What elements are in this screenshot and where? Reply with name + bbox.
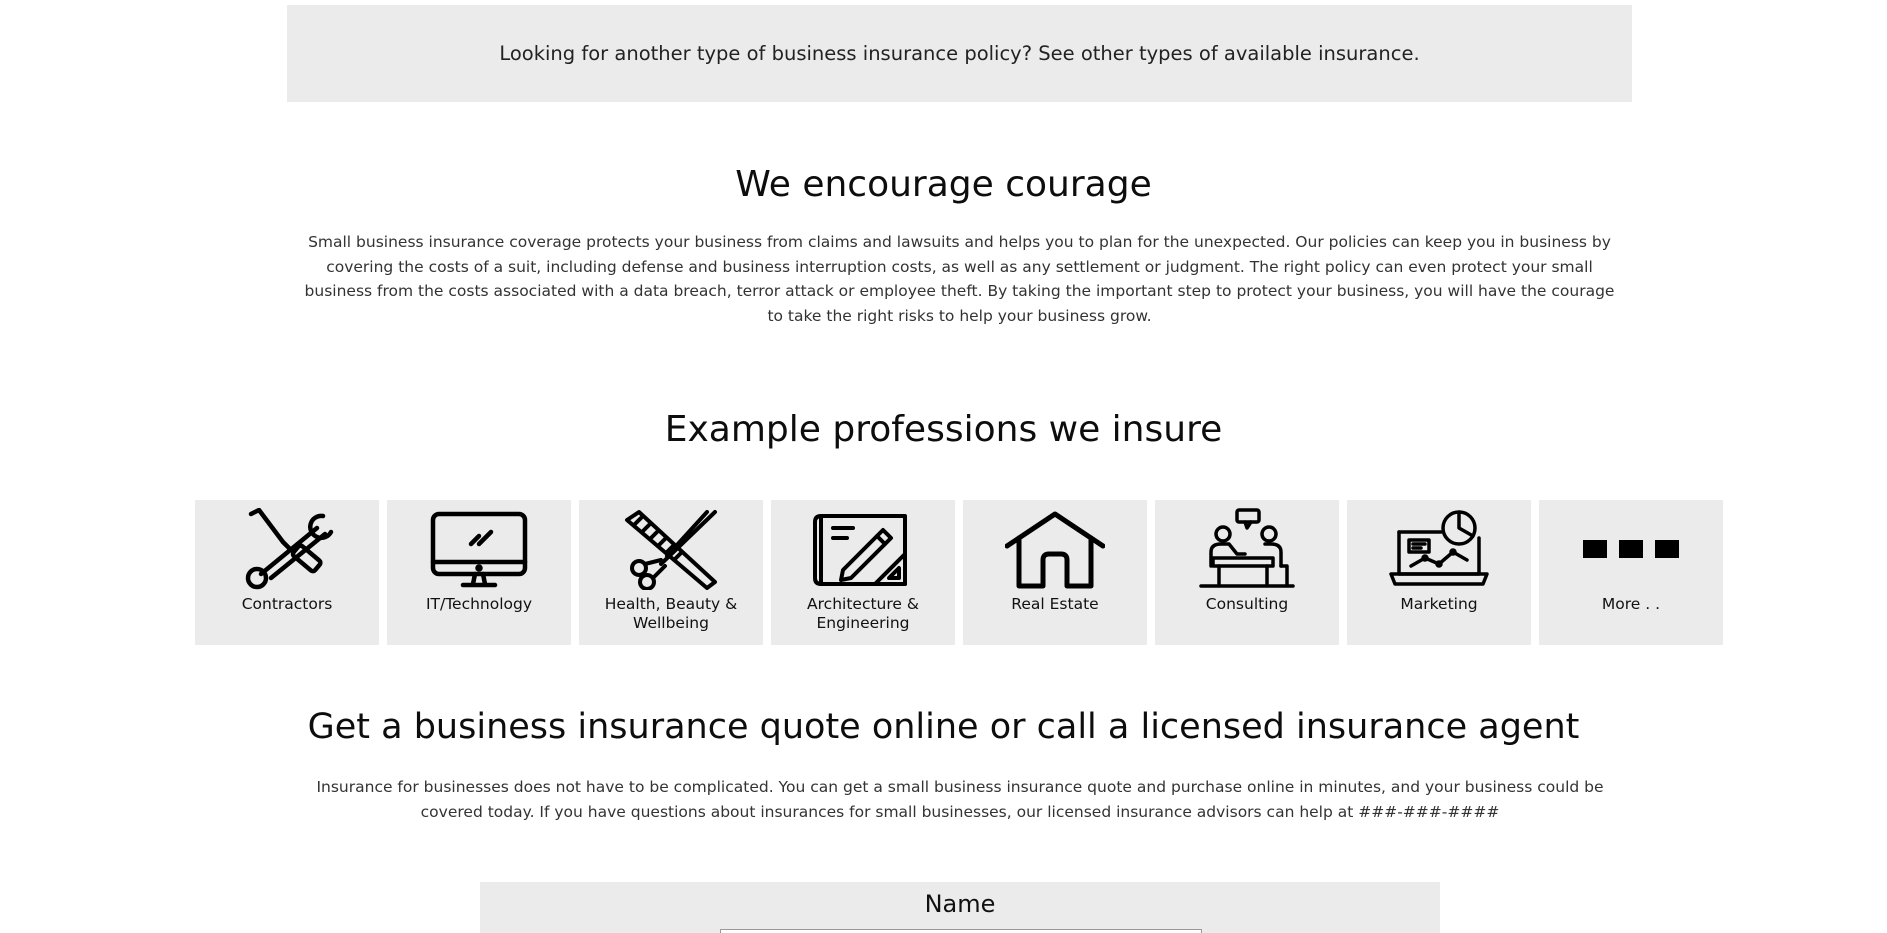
quote-heading: Get a business insurance quote online or… bbox=[307, 707, 1580, 747]
laptop-chart-icon bbox=[1389, 508, 1489, 590]
profession-tile-it-technology[interactable]: IT/Technology bbox=[387, 500, 571, 645]
quote-form: Name bbox=[480, 882, 1440, 933]
courage-heading: We encourage courage bbox=[735, 164, 1152, 205]
profession-tile-health-beauty[interactable]: Health, Beauty & Wellbeing bbox=[579, 500, 763, 645]
profession-label: Real Estate bbox=[1011, 595, 1099, 613]
profession-tile-real-estate[interactable]: Real Estate bbox=[963, 500, 1147, 645]
house-icon bbox=[1005, 508, 1105, 590]
other-insurance-banner[interactable]: Looking for another type of business ins… bbox=[287, 5, 1632, 102]
profession-label: Contractors bbox=[241, 595, 333, 613]
profession-tile-architecture[interactable]: Architecture & Engineering bbox=[771, 500, 955, 645]
profession-label: Marketing bbox=[1400, 595, 1478, 613]
professions-heading: Example professions we insure bbox=[664, 409, 1223, 450]
comb-scissors-icon bbox=[621, 508, 721, 590]
profession-label: Health, Beauty & Wellbeing bbox=[604, 595, 738, 632]
wrench-screwdriver-icon bbox=[237, 508, 337, 590]
banner-text[interactable]: Looking for another type of business ins… bbox=[499, 42, 1419, 65]
profession-tile-consulting[interactable]: Consulting bbox=[1155, 500, 1339, 645]
profession-tile-contractors[interactable]: Contractors bbox=[195, 500, 379, 645]
professions-grid: Contractors IT/Technology Health, Beauty… bbox=[195, 500, 1723, 645]
quote-paragraph: Insurance for businesses does not have t… bbox=[316, 778, 1604, 821]
profession-label: IT/Technology bbox=[425, 595, 533, 613]
profession-tile-more[interactable]: More . . bbox=[1539, 500, 1723, 645]
name-label: Name bbox=[924, 890, 996, 918]
profession-tile-marketing[interactable]: Marketing bbox=[1347, 500, 1531, 645]
profession-label: Architecture & Engineering bbox=[807, 595, 919, 632]
courage-paragraph: Small business insurance coverage protec… bbox=[304, 233, 1615, 325]
more-dots-icon bbox=[1581, 508, 1681, 590]
profession-label: More . . bbox=[1601, 595, 1661, 613]
blueprint-icon bbox=[813, 508, 913, 590]
profession-label: Consulting bbox=[1205, 595, 1289, 613]
consulting-desk-icon bbox=[1197, 508, 1297, 590]
page: Looking for another type of business ins… bbox=[0, 0, 1887, 933]
monitor-icon bbox=[429, 508, 529, 590]
name-input[interactable] bbox=[720, 929, 1202, 933]
